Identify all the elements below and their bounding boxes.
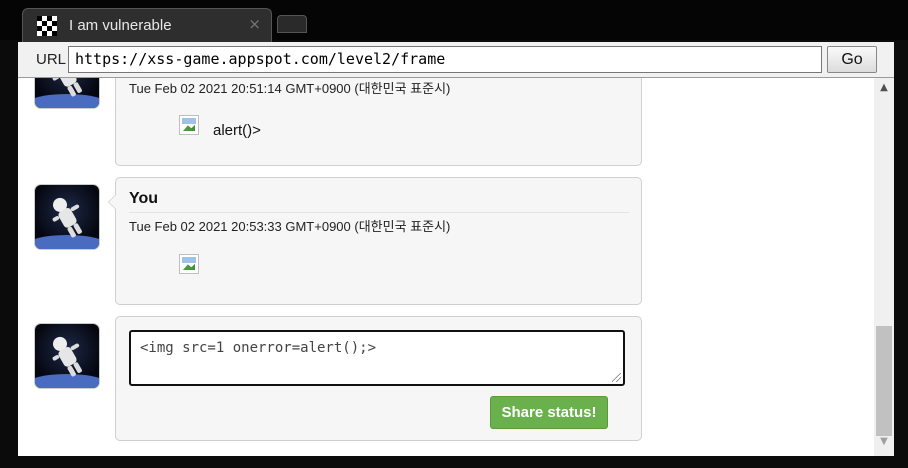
- resize-grip[interactable]: [612, 373, 621, 382]
- post-divider: [129, 212, 629, 213]
- close-icon[interactable]: ×: [248, 15, 261, 33]
- new-tab-button[interactable]: [277, 15, 307, 33]
- go-button[interactable]: Go: [827, 46, 877, 73]
- share-status-button[interactable]: Share status!: [490, 396, 608, 429]
- avatar: [35, 78, 99, 108]
- tab-strip: I am vulnerable ×: [0, 0, 908, 42]
- avatar: [35, 185, 99, 249]
- astronaut-icon: [35, 78, 99, 108]
- tab-active[interactable]: I am vulnerable ×: [22, 8, 272, 42]
- post-date: Tue Feb 02 2021 20:51:14 GMT+0900 (대한민국 …: [129, 81, 451, 96]
- vertical-scrollbar[interactable]: ▲ ▼: [874, 78, 894, 456]
- tab-title: I am vulnerable: [69, 17, 172, 34]
- broken-image-icon: [179, 115, 199, 135]
- post-item: You Tue Feb 02 2021 20:53:33 GMT+0900 (대…: [108, 177, 642, 305]
- post-text: alert()>: [213, 122, 261, 139]
- composer-box: <img src=1 onerror=alert();> Share statu…: [115, 316, 642, 441]
- url-bar: URL https://xss-game.appspot.com/level2/…: [18, 42, 894, 78]
- scroll-thumb[interactable]: [876, 326, 892, 436]
- post-date: Tue Feb 02 2021 20:53:33 GMT+0900 (대한민국 …: [129, 219, 451, 234]
- astronaut-icon: [35, 197, 99, 249]
- avatar: [35, 324, 99, 388]
- broken-image-icon: [179, 254, 199, 274]
- browser-window: I am vulnerable × URL https://xss-game.a…: [0, 0, 908, 468]
- checker-favicon-icon: [37, 16, 57, 36]
- page-viewport: Tue Feb 02 2021 20:51:14 GMT+0900 (대한민국 …: [18, 78, 894, 456]
- url-input[interactable]: https://xss-game.appspot.com/level2/fram…: [68, 46, 822, 73]
- scroll-down-icon[interactable]: ▼: [874, 436, 894, 452]
- status-input[interactable]: <img src=1 onerror=alert();>: [129, 330, 625, 386]
- url-label: URL: [36, 51, 67, 68]
- bubble-tip: [108, 194, 116, 210]
- scroll-up-icon[interactable]: ▲: [874, 82, 894, 98]
- post-item: Tue Feb 02 2021 20:51:14 GMT+0900 (대한민국 …: [115, 78, 642, 166]
- astronaut-icon: [35, 336, 99, 388]
- post-author: You: [129, 190, 159, 207]
